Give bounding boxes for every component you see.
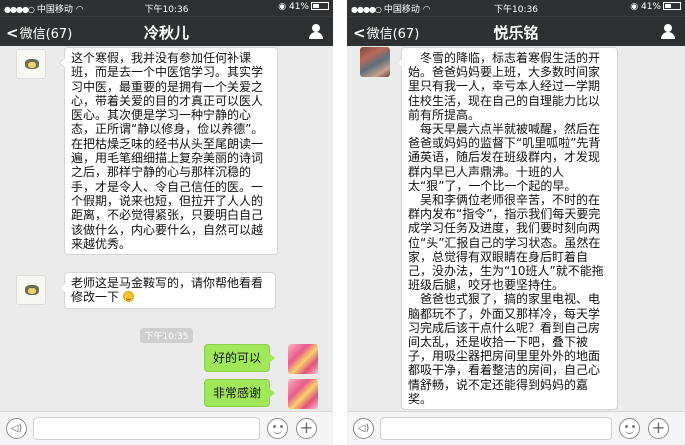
contact-avatar[interactable] bbox=[16, 49, 46, 79]
chat-screen-right: ●●●●○ 中国移动 ◠ 下午10:36 ◉ 41% <微信(67) 悦乐铭 冬雪… bbox=[347, 0, 685, 445]
message-timestamp: 下午10:35 bbox=[0, 324, 333, 343]
chat-screen-left: ●●●●○ 中国移动 ◠ 下午10:36 ◉ 41% <微信(67) 冷秋儿 这个… bbox=[0, 0, 333, 445]
status-bar: ●●●●○ 中国移动 ◠ 下午10:36 ◉ 41% bbox=[0, 0, 333, 16]
message-list[interactable]: 这个寒假，我并没有参加任何补课班，而是去一个中医馆学习。其实学习中医，最重要的是… bbox=[0, 47, 333, 411]
battery-fill bbox=[665, 4, 671, 8]
contact-avatar[interactable] bbox=[360, 47, 390, 77]
my-avatar[interactable] bbox=[288, 379, 318, 409]
status-bar: ●●●●○ 中国移动 ◠ 下午10:36 ◉ 41% bbox=[347, 0, 685, 16]
voice-icon[interactable]: ◁) bbox=[6, 418, 27, 439]
contact-info-icon[interactable] bbox=[661, 24, 675, 39]
contact-info-icon[interactable] bbox=[309, 24, 323, 39]
battery-icon bbox=[663, 2, 681, 10]
nav-bar: <微信(67) 冷秋儿 bbox=[0, 16, 333, 46]
input-bar: ◁) + bbox=[0, 411, 333, 445]
battery-icon bbox=[311, 2, 329, 10]
my-avatar[interactable] bbox=[288, 344, 318, 374]
message-bubble-incoming[interactable]: 冬雪的降临，标志着寒假生活的开始。爸爸妈妈要上班，大多数时间家里只有我一人，幸亏… bbox=[396, 47, 618, 411]
plus-icon[interactable]: + bbox=[296, 418, 317, 439]
battery-fill bbox=[313, 4, 319, 8]
chat-title: 冷秋儿 bbox=[143, 24, 189, 42]
input-bar: ◁) + bbox=[347, 411, 685, 445]
message-bubble-outgoing[interactable]: 好的可以 bbox=[204, 344, 276, 373]
message-bubble-outgoing[interactable]: 非常感谢 bbox=[204, 379, 276, 408]
emoji-icon[interactable] bbox=[267, 418, 288, 439]
message-bubble-incoming[interactable]: 这个寒假，我并没有参加任何补课班，而是去一个中医馆学习。其实学习中医，最重要的是… bbox=[59, 47, 278, 256]
chat-title: 悦乐铭 bbox=[493, 24, 539, 42]
alarm-icon: ◉ bbox=[630, 2, 639, 12]
message-input[interactable] bbox=[380, 417, 612, 440]
message-bubble-incoming[interactable]: 老师这是马金鞍写的，请你帮他看看修改一下 bbox=[59, 272, 276, 309]
emoji-icon[interactable] bbox=[619, 418, 640, 439]
plus-icon[interactable]: + bbox=[648, 418, 669, 439]
smile-emoji-icon bbox=[122, 291, 134, 303]
contact-avatar[interactable] bbox=[16, 275, 46, 305]
alarm-icon: ◉ bbox=[278, 2, 287, 12]
voice-icon[interactable]: ◁) bbox=[353, 418, 374, 439]
message-input[interactable] bbox=[33, 417, 260, 440]
nav-bar: <微信(67) 悦乐铭 bbox=[347, 16, 685, 46]
status-right: ◉ 41% bbox=[278, 2, 329, 12]
message-list[interactable]: 冬雪的降临，标志着寒假生活的开始。爸爸妈妈要上班，大多数时间家里只有我一人，幸亏… bbox=[347, 47, 685, 411]
status-right: ◉ 41% bbox=[630, 2, 681, 12]
